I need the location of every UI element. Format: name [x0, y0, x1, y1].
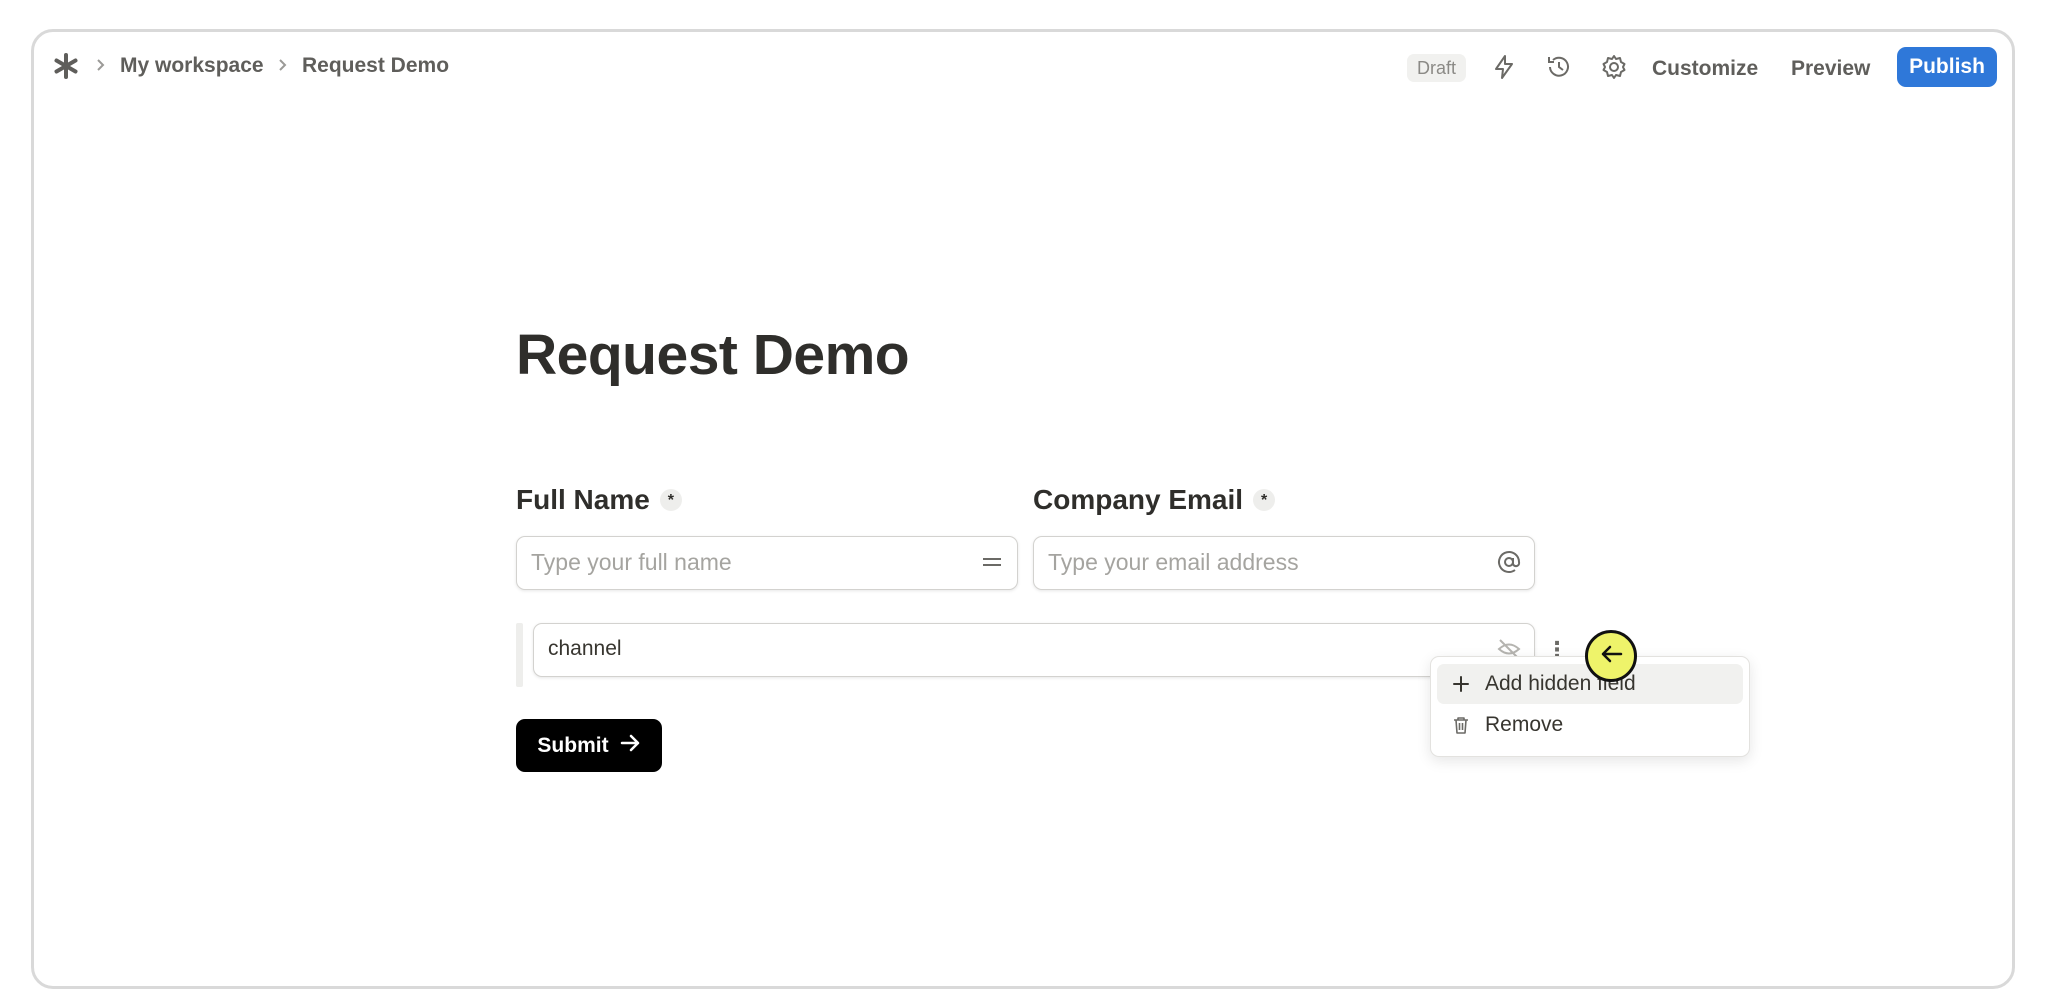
- hidden-field-input[interactable]: [534, 624, 1462, 674]
- arrow-left-icon: [1596, 639, 1626, 674]
- lightning-icon[interactable]: [1489, 52, 1519, 82]
- field-label-text: Company Email: [1033, 484, 1244, 515]
- settings-icon[interactable]: [1599, 52, 1629, 82]
- cursor-indicator: [1585, 630, 1637, 682]
- submit-button[interactable]: Submit: [516, 719, 662, 772]
- full-name-field[interactable]: [516, 536, 1018, 590]
- menu-item-label: Remove: [1485, 713, 1564, 736]
- form-title[interactable]: Request Demo: [516, 322, 910, 388]
- email-input[interactable]: [1034, 537, 1482, 587]
- breadcrumb-workspace[interactable]: My workspace: [120, 54, 264, 78]
- company-email-field[interactable]: [1033, 536, 1535, 590]
- field-label-company-email[interactable]: Company Email *: [1033, 484, 1276, 516]
- menu-item-remove[interactable]: Remove: [1437, 705, 1743, 745]
- app-window: My workspace Request Demo Draft Customiz…: [31, 29, 2015, 989]
- full-name-input[interactable]: [517, 537, 965, 587]
- hidden-field[interactable]: [533, 623, 1535, 677]
- arrow-right-icon: [619, 732, 641, 760]
- chevron-right-icon: [94, 54, 108, 76]
- status-badge: Draft: [1407, 54, 1467, 82]
- breadcrumb-page[interactable]: Request Demo: [302, 54, 449, 78]
- short-text-icon: [979, 549, 1005, 575]
- required-badge: *: [659, 488, 682, 511]
- required-badge: *: [1253, 488, 1276, 511]
- field-label-text: Full Name: [516, 484, 650, 515]
- history-icon[interactable]: [1544, 52, 1574, 82]
- hidden-field-indicator: [516, 623, 523, 687]
- preview-button[interactable]: Preview: [1791, 57, 1870, 81]
- plus-icon: [1450, 673, 1472, 695]
- submit-label: Submit: [537, 733, 609, 757]
- trash-icon: [1450, 714, 1472, 736]
- chevron-right-icon: [276, 54, 290, 76]
- at-sign-icon: [1496, 549, 1522, 575]
- field-label-full-name[interactable]: Full Name *: [516, 484, 682, 516]
- publish-button[interactable]: Publish: [1897, 47, 1997, 87]
- customize-button[interactable]: Customize: [1652, 57, 1758, 81]
- asterisk-logo-icon[interactable]: [52, 52, 80, 80]
